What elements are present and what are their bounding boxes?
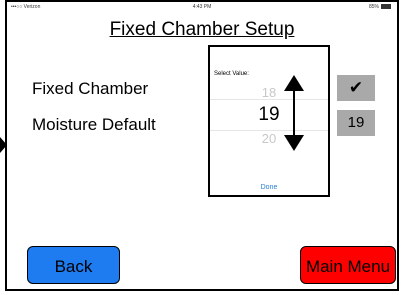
clock: 4:43 PM: [192, 4, 212, 10]
fixed-chamber-checkbox[interactable]: ✔: [337, 75, 375, 101]
main-menu-button[interactable]: Main Menu: [300, 246, 396, 284]
moisture-default-value[interactable]: 19: [337, 110, 375, 136]
picker-selected-value[interactable]: 19: [210, 99, 328, 131]
page-title: Fixed Chamber Setup: [109, 19, 295, 40]
picker-option-above[interactable]: 18: [210, 85, 328, 100]
pointer-arrow-icon: [0, 137, 7, 153]
moisture-default-label: Moisture Default: [32, 115, 156, 134]
battery-indicator: 85%: [369, 4, 391, 10]
done-button[interactable]: Done: [210, 184, 328, 191]
picker-wheel[interactable]: 18 19 20: [210, 83, 328, 149]
picker-option-below[interactable]: 20: [210, 131, 328, 146]
screen-frame: •••○○ Verizon 4:43 PM 85% Fixed Chamber …: [5, 0, 399, 291]
fixed-chamber-label: Fixed Chamber: [32, 79, 149, 98]
back-button[interactable]: Back: [27, 246, 120, 284]
up-down-arrows-icon: [284, 75, 304, 151]
battery-percent: 85%: [368, 4, 379, 10]
battery-icon: [381, 4, 391, 10]
status-bar: •••○○ Verizon 4:43 PM 85%: [7, 2, 397, 12]
picker-label: Select Value:: [214, 71, 249, 77]
value-picker-popup: Select Value: 18 19 20 Done: [208, 45, 330, 197]
